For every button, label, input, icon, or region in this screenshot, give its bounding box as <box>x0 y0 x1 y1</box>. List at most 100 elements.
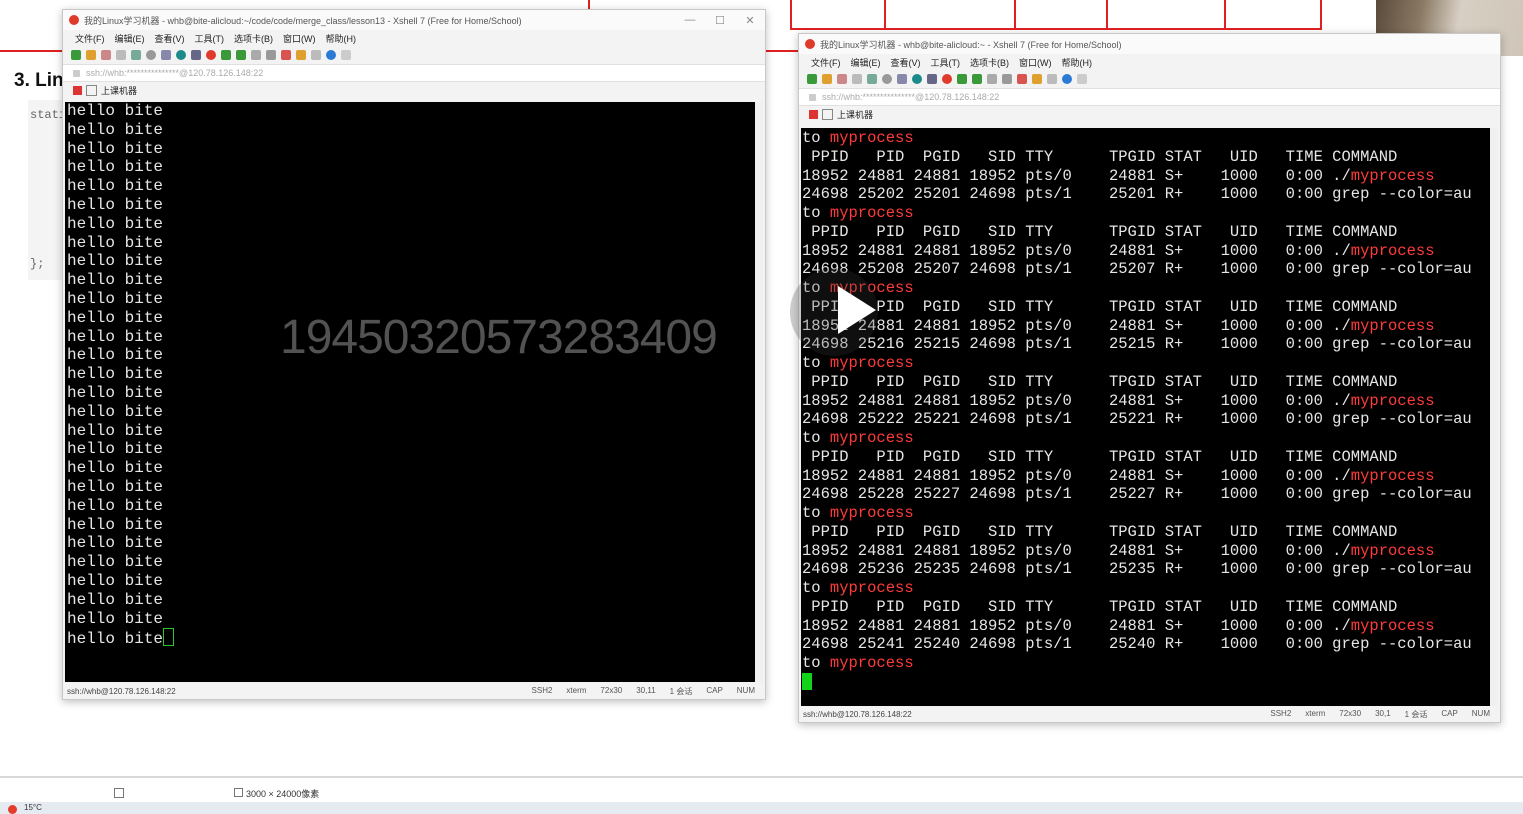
help-icon[interactable] <box>1062 74 1072 84</box>
terminal-line: to myprocess <box>802 204 1490 223</box>
folder-icon[interactable] <box>1032 74 1042 84</box>
layout-icon[interactable] <box>1047 74 1057 84</box>
terminal-line: to myprocess <box>802 354 1490 373</box>
ps-header: PPID PID PGID SID TTY TPGID STAT UID TIM… <box>802 147 1398 166</box>
status-sessions[interactable]: 1 会话 <box>670 686 693 697</box>
code-line: stati <box>30 108 67 122</box>
menu-help[interactable]: 帮助(H) <box>326 32 357 45</box>
status-sessions[interactable]: 1 会话 <box>1405 709 1428 720</box>
scrollbar[interactable] <box>755 102 763 682</box>
video-watermark: 19450320573283409 <box>280 311 718 364</box>
layout-icon[interactable] <box>311 50 321 60</box>
highlight-text: myprocess <box>829 354 914 372</box>
find-icon[interactable] <box>146 50 156 60</box>
keyboard-icon[interactable] <box>1002 74 1012 84</box>
copy-icon[interactable] <box>116 50 126 60</box>
menu-edit[interactable]: 编辑(E) <box>115 32 145 45</box>
xftp-transfer-icon[interactable] <box>221 50 231 60</box>
terminal-area[interactable]: to myprocess PPID PID PGID SID TTY TPGID… <box>801 128 1490 707</box>
open-folder-icon[interactable] <box>86 50 96 60</box>
window-title: 我的Linux学习机器 - whb@bite-alicloud:~ - Xshe… <box>820 39 1122 50</box>
chat-icon[interactable] <box>341 50 351 60</box>
doc-rule <box>0 50 66 52</box>
new-session-icon[interactable] <box>807 74 817 84</box>
ps-header: PPID PID PGID SID TTY TPGID STAT UID TIM… <box>802 447 1398 466</box>
ps-row: 18952 24881 24881 18952 pts/0 24881 S+ 1… <box>802 467 1490 486</box>
menu-help[interactable]: 帮助(H) <box>1062 56 1093 69</box>
disconnect-icon[interactable] <box>101 50 111 60</box>
ps-row-text: 18952 24881 24881 18952 pts/0 24881 S+ 1… <box>802 616 1351 635</box>
keyboard-icon[interactable] <box>266 50 276 60</box>
print-icon[interactable] <box>897 74 907 84</box>
close-icon[interactable]: ✕ <box>735 14 765 27</box>
globe-icon[interactable] <box>176 50 186 60</box>
prompt-text: to <box>802 579 830 597</box>
bookmark-icon[interactable] <box>73 85 82 95</box>
new-session-icon[interactable] <box>71 50 81 60</box>
terminal-line: to myprocess <box>802 579 1490 598</box>
address-bar[interactable]: ssh://whb:***************@120.78.126.148… <box>63 65 765 82</box>
terminal-line: hello bite <box>67 477 164 496</box>
menu-window[interactable]: 窗口(W) <box>1019 56 1052 69</box>
terminal-line: hello bite <box>67 421 164 440</box>
ps-row-text: 18952 24881 24881 18952 pts/0 24881 S+ 1… <box>802 391 1351 410</box>
terminal-line: hello bite <box>67 553 164 572</box>
tab-session[interactable]: 上课机器 <box>101 84 137 97</box>
terminal-line: hello bite <box>67 233 164 252</box>
lock-icon[interactable] <box>987 74 997 84</box>
menu-view[interactable]: 查看(V) <box>891 56 921 69</box>
lock-icon[interactable] <box>251 50 261 60</box>
highlight-text: myprocess <box>1350 241 1435 260</box>
weather-temp[interactable]: 15°C <box>24 803 42 812</box>
address-bar[interactable]: ssh://whb:***************@120.78.126.148… <box>799 89 1500 106</box>
status-num: NUM <box>736 685 755 695</box>
font-icon[interactable] <box>927 74 937 84</box>
ps-row: 24698 25228 25227 24698 pts/1 25227 R+ 1… <box>802 485 1472 504</box>
open-folder-icon[interactable] <box>822 74 832 84</box>
session-tab-bar: 上课机器 <box>63 82 765 98</box>
menu-tabs[interactable]: 选项卡(B) <box>234 32 273 45</box>
globe-icon[interactable] <box>912 74 922 84</box>
ps-row: 18952 24881 24881 18952 pts/0 24881 S+ 1… <box>802 242 1490 261</box>
menu-view[interactable]: 查看(V) <box>155 32 185 45</box>
scrollbar[interactable] <box>1490 128 1498 706</box>
status-cursor-pos: 30,11 <box>636 685 656 695</box>
status-terminal-type: xterm <box>1305 708 1326 718</box>
menu-edit[interactable]: 编辑(E) <box>851 56 881 69</box>
xftp-transfer-icon[interactable] <box>957 74 967 84</box>
terminal-area[interactable]: hello bite hello bite hello bite hello bite… <box>65 102 755 682</box>
xftp-icon[interactable] <box>206 50 216 60</box>
paste-icon[interactable] <box>867 74 877 84</box>
menu-tools[interactable]: 工具(T) <box>931 56 961 69</box>
menu-window[interactable]: 窗口(W) <box>283 32 316 45</box>
folder-icon[interactable] <box>296 50 306 60</box>
fullscreen-icon[interactable] <box>236 50 246 60</box>
disconnect-icon[interactable] <box>837 74 847 84</box>
menu-file[interactable]: 文件(F) <box>75 32 105 45</box>
print-icon[interactable] <box>161 50 171 60</box>
fit-icon[interactable] <box>114 788 124 798</box>
minimize-icon[interactable]: — <box>675 14 705 27</box>
fullscreen-icon[interactable] <box>972 74 982 84</box>
chat-icon[interactable] <box>1077 74 1087 84</box>
script-icon[interactable] <box>1017 74 1027 84</box>
copy-icon[interactable] <box>852 74 862 84</box>
bookmark-icon[interactable] <box>809 109 818 119</box>
tab-session[interactable]: 上课机器 <box>837 108 873 121</box>
menu-tools[interactable]: 工具(T) <box>195 32 225 45</box>
doc-rule <box>764 50 800 52</box>
script-icon[interactable] <box>281 50 291 60</box>
prompt-text: to <box>802 129 830 147</box>
highlight-text: myprocess <box>1350 316 1435 335</box>
xshell-logo-icon <box>69 15 79 25</box>
play-icon[interactable] <box>838 286 876 334</box>
help-icon[interactable] <box>326 50 336 60</box>
ps-row: 24698 25202 25201 24698 pts/1 25201 R+ 1… <box>802 185 1472 204</box>
find-icon[interactable] <box>882 74 892 84</box>
maximize-icon[interactable]: ☐ <box>705 14 735 27</box>
xftp-icon[interactable] <box>942 74 952 84</box>
menu-file[interactable]: 文件(F) <box>811 56 841 69</box>
paste-icon[interactable] <box>131 50 141 60</box>
font-icon[interactable] <box>191 50 201 60</box>
menu-tabs[interactable]: 选项卡(B) <box>970 56 1009 69</box>
